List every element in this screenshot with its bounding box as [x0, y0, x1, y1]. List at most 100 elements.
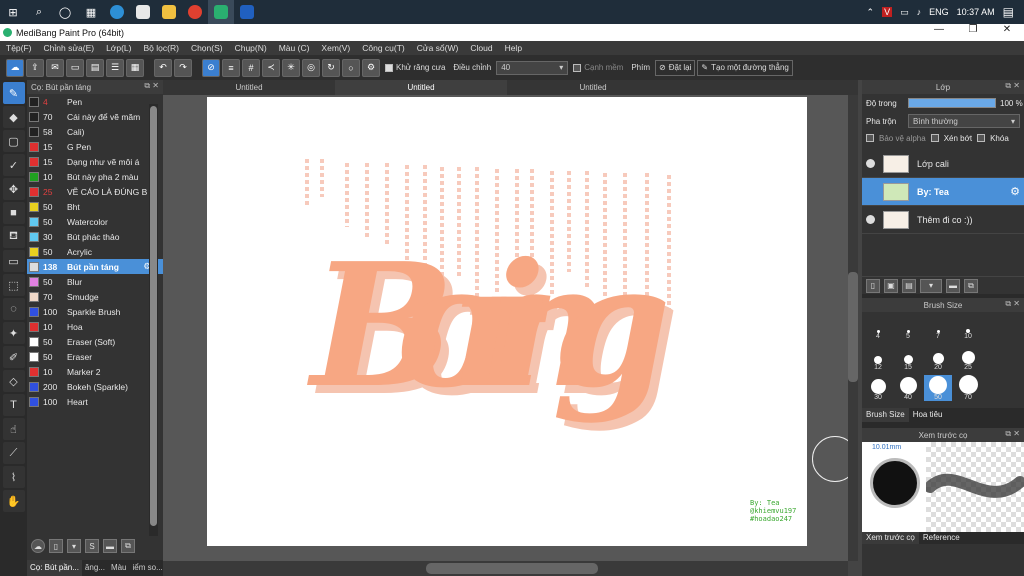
lock-checkbox[interactable]	[977, 134, 986, 142]
smooth-option[interactable]: Cạnh mềm	[570, 63, 626, 72]
menu-layer[interactable]: Lớp(L)	[100, 43, 137, 53]
network-icon[interactable]: ▭	[900, 7, 909, 18]
brush-size-cell[interactable]: 70	[954, 375, 982, 401]
store-icon[interactable]	[130, 0, 156, 24]
cloud-icon[interactable]: ☁	[6, 58, 24, 77]
layer-row[interactable]: Thêm đi co :))	[862, 206, 1024, 234]
fill-rect-tool-icon[interactable]: ■	[2, 202, 25, 224]
menu-color[interactable]: Màu (C)	[273, 43, 316, 53]
grid-icon[interactable]: ▦	[126, 58, 144, 77]
new-brush-icon[interactable]: ▯	[49, 539, 63, 553]
eye-icon[interactable]	[866, 187, 875, 196]
brush-item[interactable]: 50 Acrylic	[27, 244, 163, 259]
brush-item[interactable]: 10 Marker 2	[27, 364, 163, 379]
doc-tab[interactable]: Untitled	[507, 80, 679, 95]
duplicate-icon[interactable]: ⧉	[964, 278, 978, 293]
brush-item[interactable]: 100 Heart	[27, 394, 163, 409]
text-tool-icon[interactable]: T	[2, 394, 25, 416]
brush-size-cell[interactable]: 20	[924, 345, 952, 371]
brush-item[interactable]: 70 Smudge	[27, 289, 163, 304]
brush-item-selected[interactable]: 138 Bút pần táng ⚙	[27, 259, 163, 274]
brush-item[interactable]: 70 Cái này để vẽ măm	[27, 109, 163, 124]
minimize-button[interactable]: —	[922, 24, 956, 35]
redo-icon[interactable]: ↷	[174, 58, 192, 77]
doc-tab-active[interactable]: Untitled	[335, 80, 507, 95]
snap-settings-icon[interactable]: ⚙	[362, 58, 380, 77]
menu-file[interactable]: Tệp(F)	[0, 43, 38, 53]
tab-navigator[interactable]: Hoa tiêu	[909, 408, 947, 422]
brush-item[interactable]: 100 Sparkle Brush	[27, 304, 163, 319]
hand-tool-icon[interactable]: ✋	[2, 490, 25, 512]
eyedropper-tool-icon[interactable]: ⌇	[2, 466, 25, 488]
adjust-dropdown[interactable]: 40 ▾	[496, 60, 569, 75]
print-icon[interactable]: ▤	[86, 58, 104, 77]
drawing-canvas[interactable]: Boring Boring By: Tea @khiemvu197 #hoada…	[207, 97, 807, 546]
tab-tone[interactable]: iểm so...	[130, 560, 166, 576]
app-icon[interactable]	[234, 0, 260, 24]
straight-line-button[interactable]: ✎ Tạo một đường thẳng	[697, 59, 793, 76]
list-icon[interactable]: ☰	[106, 58, 124, 77]
clock[interactable]: 10:37 AM	[957, 7, 995, 17]
notification-icon[interactable]: ▤	[1003, 5, 1014, 19]
eye-icon[interactable]	[866, 215, 875, 224]
perspective-snap-icon[interactable]: ≺	[262, 58, 280, 77]
brush-item[interactable]: 50 Eraser	[27, 349, 163, 364]
divide-tool-icon[interactable]: ⟋	[2, 442, 25, 464]
ellipse-snap-icon[interactable]: ○	[342, 58, 360, 77]
brush-item[interactable]: 50 Watercolor	[27, 214, 163, 229]
task-view-icon[interactable]: ◯	[52, 0, 78, 24]
protect-alpha-checkbox[interactable]	[866, 134, 874, 142]
menu-window[interactable]: Cửa sổ(W)	[411, 43, 465, 53]
layer-options-icon[interactable]: ▾	[920, 278, 942, 293]
blend-dropdown[interactable]: Bình thường ▾	[908, 114, 1020, 128]
move-tool-icon[interactable]: ✥	[2, 178, 25, 200]
edge-icon[interactable]	[104, 0, 130, 24]
eraser-tool-icon[interactable]: ◆	[2, 106, 25, 128]
brush-size-cell[interactable]: 40	[894, 375, 922, 401]
battery-icon[interactable]: V	[882, 7, 893, 17]
layer-row-selected[interactable]: By: Tea ⚙	[862, 178, 1024, 206]
smooth-checkbox[interactable]	[573, 63, 582, 72]
curve-snap-icon[interactable]: ↻	[322, 58, 340, 77]
menu-snap[interactable]: Chụp(N)	[229, 43, 273, 53]
undo-icon[interactable]: ↶	[154, 58, 172, 77]
widgets-icon[interactable]: ▦	[78, 0, 104, 24]
menu-help[interactable]: Help	[499, 43, 528, 53]
export-icon[interactable]: ⇪	[26, 58, 44, 77]
rectangle-tool-icon[interactable]: ▢	[2, 130, 25, 152]
lasso-tool-icon[interactable]: ◌	[2, 298, 25, 320]
search-icon[interactable]: ⌕	[26, 0, 52, 24]
brush-tool-icon[interactable]: ✎	[2, 82, 25, 104]
brush-item[interactable]: 30 Bút phác thảo	[27, 229, 163, 244]
brush-item[interactable]: 50 Bht	[27, 199, 163, 214]
reset-button[interactable]: ⊘ Đặt lại	[655, 59, 696, 76]
menu-select[interactable]: Chọn(S)	[185, 43, 229, 53]
brush-scrollbar-thumb[interactable]	[150, 106, 157, 526]
language-indicator[interactable]: ENG	[929, 7, 949, 17]
tab-material[interactable]: ăng...	[82, 560, 108, 576]
tab-brush-size[interactable]: Brush Size	[862, 408, 909, 422]
brush-size-cell[interactable]: 25	[954, 345, 982, 371]
brush-item[interactable]: 200 Bokeh (Sparkle)	[27, 379, 163, 394]
select-pen-tool-icon[interactable]: ✐	[2, 346, 25, 368]
panel-controls-icon[interactable]: ⧉ ✕	[144, 81, 159, 91]
brush-size-cell[interactable]: 12	[864, 345, 892, 371]
tab-brush-preview[interactable]: Xem trước cọ	[862, 532, 919, 544]
brush-size-cell[interactable]: 30	[864, 375, 892, 401]
brush-item[interactable]: 25 VẼ CÁO LÀ ĐÚNG B	[27, 184, 163, 199]
folder-icon[interactable]: ▬	[946, 278, 960, 293]
select-tool-icon[interactable]: ⬚	[2, 274, 25, 296]
brush-options-icon[interactable]: ▾	[67, 539, 81, 553]
radial-snap-icon[interactable]: ✳	[282, 58, 300, 77]
brush-size-cell[interactable]: 10	[954, 314, 982, 340]
brush-size-cell[interactable]: 7	[924, 314, 952, 340]
snap-off-icon[interactable]: ⊘	[202, 58, 220, 77]
opacity-slider[interactable]	[908, 98, 996, 108]
gradient-tool-icon[interactable]: ▭	[2, 250, 25, 272]
brush-item[interactable]: 4 Pen	[27, 94, 163, 109]
new-layer-icon[interactable]: ▯	[866, 278, 880, 293]
volume-icon[interactable]: ♪	[917, 7, 922, 17]
parallel-snap-icon[interactable]: ≡	[222, 58, 240, 77]
gear-icon[interactable]: ⚙	[1010, 185, 1020, 198]
antialias-checkbox[interactable]	[385, 63, 393, 72]
